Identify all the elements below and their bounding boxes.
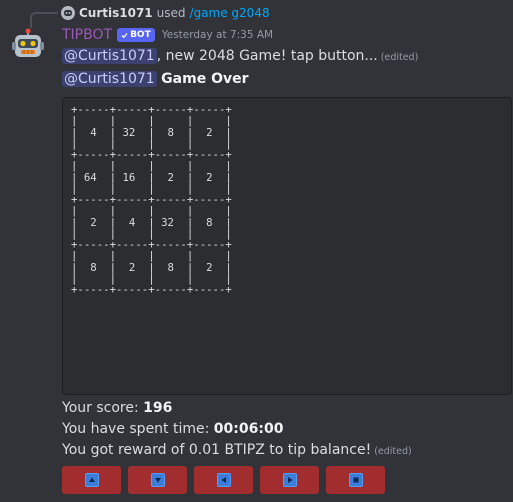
reply-command[interactable]: /game g2048 — [190, 6, 270, 20]
game-over-text: Game Over — [161, 71, 249, 87]
message-line-intro: @Curtis1071, new 2048 Game! tap button..… — [62, 48, 418, 64]
edited-label: (edited) — [374, 446, 412, 457]
stop-icon — [348, 473, 363, 487]
intro-text: , new 2048 Game! tap button... — [156, 48, 378, 64]
message-timestamp[interactable]: Yesterday at 7:35 AM — [162, 29, 273, 41]
user-mention[interactable]: @Curtis1071 — [62, 71, 157, 87]
up-button[interactable] — [62, 466, 121, 494]
arrow-right-icon — [282, 473, 297, 487]
arrow-left-icon — [216, 473, 231, 487]
arrow-down-icon — [150, 473, 165, 487]
edited-label: (edited) — [380, 52, 419, 63]
game-board-codeblock: +-----+-----+-----+-----+ | | | | | | 4 … — [62, 97, 512, 395]
bot-badge: BOT — [117, 28, 155, 42]
robot-icon — [12, 28, 44, 57]
discord-icon — [61, 6, 75, 20]
score-label: Your score: — [62, 400, 139, 416]
bot-badge-label: BOT — [130, 30, 151, 40]
time-line: You have spent time: 00:06:00 — [62, 421, 283, 437]
author-name[interactable]: TIPBOT — [62, 27, 112, 43]
reward-line: You got reward of 0.01 BTIPZ to tip bala… — [62, 442, 412, 458]
reply-reference[interactable]: Curtis1071 used /game g2048 — [30, 4, 510, 28]
right-button[interactable] — [260, 466, 319, 494]
left-button[interactable] — [194, 466, 253, 494]
reward-text: You got reward of 0.01 BTIPZ to tip bala… — [62, 442, 372, 458]
stop-button[interactable] — [326, 466, 385, 494]
reply-username[interactable]: Curtis1071 — [79, 6, 153, 20]
user-mention[interactable]: @Curtis1071 — [62, 48, 157, 64]
control-buttons — [62, 466, 385, 494]
avatar[interactable] — [10, 28, 46, 64]
time-value: 00:06:00 — [213, 421, 284, 437]
check-icon — [121, 32, 128, 38]
message-header: TIPBOT BOT Yesterday at 7:35 AM — [62, 27, 273, 43]
arrow-up-icon — [84, 473, 99, 487]
reply-spine — [30, 12, 58, 28]
game-board: +-----+-----+-----+-----+ | | | | | | 4 … — [71, 103, 232, 296]
score-value: 196 — [143, 400, 173, 416]
time-label: You have spent time: — [62, 421, 210, 437]
down-button[interactable] — [128, 466, 187, 494]
message-line-status: @Curtis1071 Game Over — [62, 71, 249, 87]
score-line: Your score: 196 — [62, 400, 172, 416]
reply-used-text: used — [156, 6, 186, 20]
